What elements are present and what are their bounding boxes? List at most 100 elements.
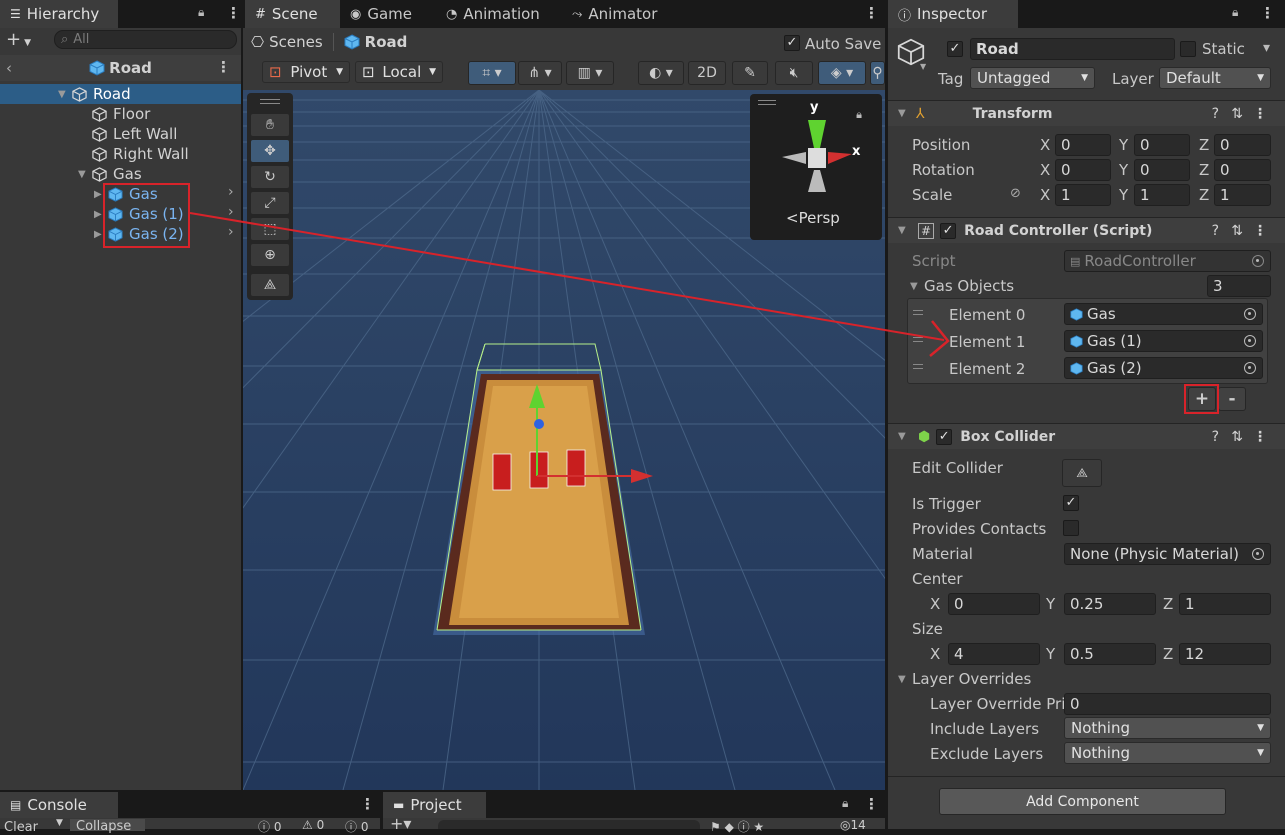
axis-y-label[interactable]: Y <box>1119 161 1128 179</box>
expand-arrow-icon[interactable]: ▼ <box>898 225 908 236</box>
rotate-tool-button[interactable]: ↻ <box>250 165 290 189</box>
box-collider-header[interactable]: ▼ ⬢ ✓ Box Collider ? ⇅ ⋮ <box>888 423 1285 449</box>
center-z-axis[interactable]: Z <box>1163 595 1173 613</box>
provides-contacts-checkbox[interactable] <box>1063 520 1079 536</box>
size-z-axis[interactable]: Z <box>1163 645 1173 663</box>
drag-handle-icon[interactable] <box>913 310 923 315</box>
size-y-axis[interactable]: Y <box>1046 645 1055 663</box>
component-menu-icon[interactable]: ⋮ <box>1253 429 1267 445</box>
tab-console[interactable]: ▤ Console <box>0 792 118 818</box>
info-count-badge[interactable]: ⓘ 0 <box>258 818 281 835</box>
layer-dropdown[interactable]: Default ▼ <box>1159 67 1271 89</box>
static-checkbox[interactable] <box>1180 41 1196 57</box>
transform-tool-button[interactable]: ⊕ <box>250 243 290 267</box>
back-chevron-icon[interactable]: ‹ <box>6 59 12 77</box>
scale-x-field[interactable]: 1 <box>1055 184 1111 206</box>
material-field[interactable]: None (Physic Material) <box>1064 543 1271 565</box>
size-x-field[interactable]: 4 <box>948 643 1040 665</box>
element-2-field[interactable]: Gas (2) <box>1064 357 1263 379</box>
scale-y-field[interactable]: 1 <box>1134 184 1190 206</box>
pivot-dropdown[interactable]: ⊡ Pivot ▼ <box>262 61 350 83</box>
lock-icon[interactable]: 🔒︎ <box>842 796 848 811</box>
expand-arrow-icon[interactable]: ▼ <box>898 431 908 442</box>
gas-objects-size-field[interactable]: 3 <box>1207 275 1271 297</box>
axis-x-label[interactable]: X <box>1040 186 1050 204</box>
hidden-count-badge[interactable]: ◎14 <box>840 818 866 832</box>
active-checkbox[interactable]: ✓ <box>947 41 963 57</box>
rotation-y-field[interactable]: 0 <box>1134 159 1190 181</box>
position-x-field[interactable]: 0 <box>1055 134 1111 156</box>
prefab-open-chevron-icon[interactable]: › <box>228 224 234 240</box>
tab-inspector[interactable]: ⓘ Inspector <box>888 0 1018 28</box>
axis-y-label[interactable]: Y <box>1119 136 1128 154</box>
tab-animator[interactable]: ⤳ Animator <box>562 0 667 28</box>
size-x-axis[interactable]: X <box>930 645 940 663</box>
help-icon[interactable]: ? <box>1212 429 1219 445</box>
drag-handle-icon[interactable] <box>913 337 923 342</box>
preset-icon[interactable]: ⇅ <box>1231 223 1243 239</box>
axis-x-label[interactable]: X <box>1040 161 1050 179</box>
hierarchy-search-input[interactable]: ⌕ All <box>54 30 237 49</box>
hierarchy-item-road-row[interactable]: ▼ Road <box>58 84 131 104</box>
project-menu-icon[interactable]: ⋮ <box>864 795 879 813</box>
hierarchy-item-right-wall[interactable]: Right Wall <box>92 144 189 164</box>
constrain-proportions-icon[interactable]: ⊘ <box>1010 186 1021 201</box>
object-picker-icon[interactable] <box>1244 335 1256 347</box>
center-x-axis[interactable]: X <box>930 595 940 613</box>
console-menu-icon[interactable]: ⋮ <box>360 795 375 813</box>
axis-z-label[interactable]: Z <box>1199 186 1209 204</box>
axis-x-label[interactable]: X <box>1040 136 1050 154</box>
tab-game[interactable]: ◉ Game <box>340 0 422 28</box>
preset-icon[interactable]: ⇅ <box>1231 106 1243 122</box>
gas-objects-foldout[interactable]: ▼ Gas Objects <box>910 276 1014 296</box>
move-tool-button[interactable]: ✥ <box>250 139 290 163</box>
hierarchy-menu-icon[interactable]: ⋮ <box>226 4 241 22</box>
lock-icon[interactable]: 🔒︎ <box>198 5 204 20</box>
inspector-menu-icon[interactable]: ⋮ <box>1260 4 1275 22</box>
warning-count-badge[interactable]: ⚠ 0 <box>302 818 324 832</box>
prefab-open-chevron-icon[interactable]: › <box>228 204 234 220</box>
scale-z-field[interactable]: 1 <box>1214 184 1271 206</box>
road-controller-header[interactable]: ▼ # ✓ Road Controller (Script) ? ⇅ ⋮ <box>888 217 1285 243</box>
static-dropdown-chevron[interactable]: ▾ <box>1263 40 1270 56</box>
breadcrumb-road[interactable]: Road <box>365 33 408 51</box>
position-z-field[interactable]: 0 <box>1214 134 1271 156</box>
tab-scene[interactable]: # Scene <box>245 0 340 28</box>
lighting-button[interactable]: ✎ <box>732 61 768 85</box>
object-picker-icon[interactable] <box>1244 362 1256 374</box>
ruler-button[interactable]: ▥ ▾ <box>566 61 614 85</box>
object-name-field[interactable]: Road <box>970 38 1175 60</box>
breadcrumb-scenes[interactable]: Scenes <box>269 33 323 51</box>
scale-tool-button[interactable]: ⤢ <box>250 191 290 215</box>
audio-button[interactable]: 🔇︎ <box>775 61 813 85</box>
component-enabled-checkbox[interactable]: ✓ <box>936 428 953 445</box>
component-enabled-checkbox[interactable]: ✓ <box>940 222 957 239</box>
local-dropdown[interactable]: ⊡ Local ▼ <box>355 61 443 83</box>
size-y-field[interactable]: 0.5 <box>1064 643 1156 665</box>
auto-save-checkbox[interactable]: ✓ <box>784 35 800 51</box>
clear-button[interactable]: Clear <box>4 820 38 835</box>
axis-y-label[interactable]: Y <box>1119 186 1128 204</box>
add-component-button[interactable]: Add Component <box>939 788 1226 815</box>
toggle-2d-button[interactable]: 2D <box>688 61 726 85</box>
prefab-open-chevron-icon[interactable]: › <box>228 184 234 200</box>
grid-snap-button[interactable]: ⌗ ▾ <box>468 61 516 85</box>
element-1-field[interactable]: Gas (1) <box>1064 330 1263 352</box>
project-toolbar-icons[interactable]: ⚑ ◆ ⓘ ★ <box>710 818 764 835</box>
is-trigger-checkbox[interactable]: ✓ <box>1063 495 1079 511</box>
remove-element-button[interactable]: - <box>1218 387 1246 411</box>
rotation-z-field[interactable]: 0 <box>1214 159 1271 181</box>
shading-mode-button[interactable]: ◐ ▾ <box>638 61 684 85</box>
expand-arrow-icon[interactable]: ▼ <box>898 108 908 119</box>
icon-dropdown-chevron[interactable]: ▼ <box>920 62 926 71</box>
component-menu-icon[interactable]: ⋮ <box>1253 223 1267 239</box>
expand-arrow-icon[interactable]: ▼ <box>58 89 68 100</box>
layer-overrides-foldout[interactable]: ▼ Layer Overrides <box>898 669 1031 689</box>
collapse-button[interactable]: Collapse <box>70 819 145 834</box>
effects-button[interactable]: ◈ ▾ <box>818 61 866 85</box>
help-icon[interactable]: ? <box>1212 223 1219 239</box>
hierarchy-item-gas-group[interactable]: ▼ Gas <box>78 164 142 184</box>
position-y-field[interactable]: 0 <box>1134 134 1190 156</box>
expand-arrow-icon[interactable]: ▼ <box>78 169 88 180</box>
gizmos-button[interactable]: ⚲ <box>870 61 885 85</box>
